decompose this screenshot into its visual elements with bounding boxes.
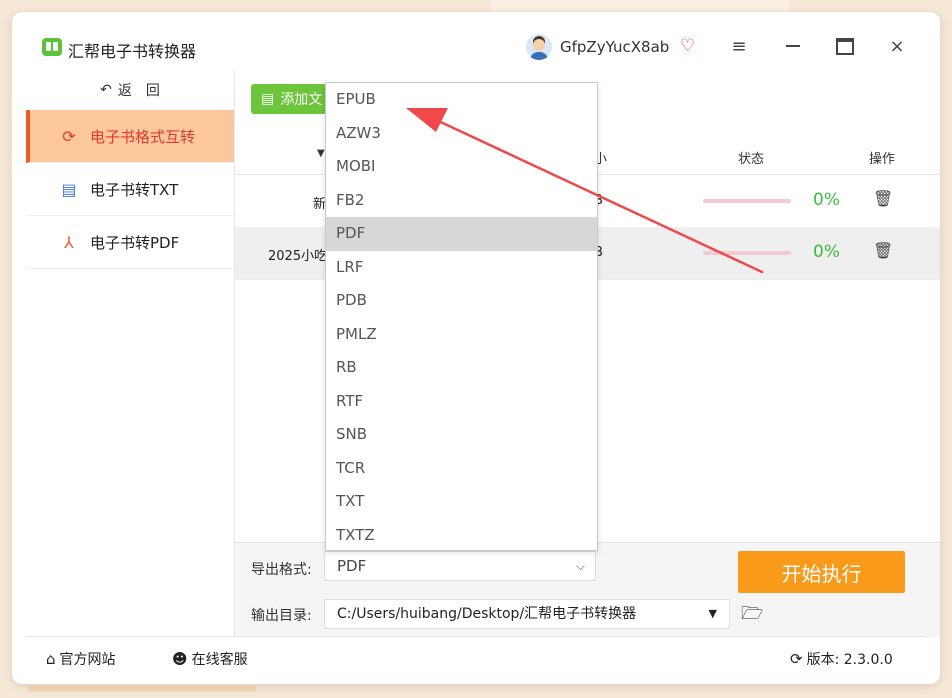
- output-value: C:/Users/huibang/Desktop/汇帮电子书转换器: [337, 606, 637, 622]
- support-label: 在线客服: [191, 652, 248, 668]
- dropdown-option-fb2[interactable]: FB2: [326, 184, 597, 218]
- version-info[interactable]: ⟳ 版本: 2.3.0.0: [790, 649, 893, 669]
- website-label: 官方网站: [59, 652, 116, 668]
- maximize-button[interactable]: [830, 32, 860, 60]
- vip-heart-icon[interactable]: ♡: [680, 36, 695, 56]
- progress-bar: [703, 199, 791, 203]
- app-title: 汇帮电子书转换器: [68, 42, 197, 61]
- dropdown-option-pdf[interactable]: PDF: [326, 217, 597, 251]
- sidebar-item-label: 电子书转PDF: [90, 233, 180, 252]
- format-label: 导出格式:: [251, 562, 312, 578]
- title-bar: 汇帮电子书转换器 GfpZyYucX8ab ♡ ≡ ×: [12, 12, 940, 70]
- dropdown-option-pmlz[interactable]: PMLZ: [326, 318, 597, 352]
- version-label: 版本: 2.3.0.0: [806, 652, 893, 668]
- format-select[interactable]: PDF ⌵: [324, 551, 596, 581]
- column-operation: 操作: [869, 152, 896, 167]
- format-value: PDF: [337, 557, 367, 575]
- minimize-button[interactable]: [778, 32, 808, 60]
- minimize-icon: [786, 45, 800, 47]
- back-label: 返 回: [117, 83, 160, 99]
- dropdown-option-azw3[interactable]: AZW3: [326, 117, 597, 151]
- footer: ⌂ 官方网站 ☻ 在线客服 ⟳ 版本: 2.3.0.0: [26, 636, 926, 677]
- file-name: 2025小吃: [268, 249, 328, 264]
- sidebar-item-to-txt[interactable]: ▤ 电子书转TXT: [26, 163, 234, 216]
- background-bar: [28, 686, 256, 692]
- settings-panel: 导出格式: PDF ⌵ 输出目录: C:/Users/huibang/Deskt…: [235, 542, 940, 637]
- close-button[interactable]: ×: [882, 32, 912, 60]
- dropdown-option-rtf[interactable]: RTF: [326, 385, 597, 419]
- sidebar: ↶ 返 回 ⟳ 电子书格式互转 ▤ 电子书转TXT ⅄ 电子书转PDF: [26, 70, 235, 636]
- menu-button[interactable]: ≡: [724, 32, 754, 60]
- dropdown-option-tcr[interactable]: TCR: [326, 452, 597, 486]
- dropdown-option-pdb[interactable]: PDB: [326, 284, 597, 318]
- update-icon: ⟳: [790, 650, 803, 668]
- maximize-icon: [836, 37, 854, 55]
- refresh-icon: ⟳: [62, 126, 76, 146]
- support-link[interactable]: ☻ 在线客服: [172, 649, 248, 669]
- home-icon: ⌂: [46, 650, 56, 668]
- dropdown-option-lrf[interactable]: LRF: [326, 251, 597, 285]
- document-icon: ▤: [61, 179, 77, 199]
- trash-icon[interactable]: 🗑: [873, 241, 893, 260]
- support-agent-icon: ☻: [172, 650, 188, 668]
- dropdown-option-mobi[interactable]: MOBI: [326, 150, 597, 184]
- sidebar-item-format-convert[interactable]: ⟳ 电子书格式互转: [26, 110, 234, 163]
- close-icon: ×: [889, 35, 905, 57]
- add-file-icon: ▤: [261, 91, 275, 107]
- dropdown-option-rb[interactable]: RB: [326, 351, 597, 385]
- dropdown-option-epub[interactable]: EPUB: [326, 83, 597, 117]
- dropdown-option-snb[interactable]: SNB: [326, 418, 597, 452]
- caret-down-icon: ▼: [708, 607, 717, 620]
- sidebar-item-label: 电子书转TXT: [90, 180, 179, 199]
- progress-percent: 0%: [813, 242, 840, 262]
- sidebar-item-to-pdf[interactable]: ⅄ 电子书转PDF: [26, 216, 234, 269]
- sidebar-item-label: 电子书格式互转: [90, 127, 196, 146]
- start-button[interactable]: 开始执行: [738, 551, 905, 593]
- user-avatar[interactable]: [526, 34, 552, 60]
- output-label: 输出目录:: [251, 608, 312, 624]
- chevron-down-icon: ⌵: [575, 559, 585, 573]
- add-file-label: 添加文: [280, 92, 323, 108]
- trash-icon[interactable]: 🗑: [873, 189, 893, 208]
- back-button[interactable]: ↶ 返 回: [26, 70, 234, 111]
- format-dropdown-list[interactable]: EPUB AZW3 MOBI FB2 PDF LRF PDB PMLZ RB RTF SNB TCR T…: [325, 82, 598, 551]
- pdf-icon: ⅄: [64, 232, 74, 252]
- dropdown-option-txtz[interactable]: TXTZ: [326, 519, 597, 551]
- folder-open-icon[interactable]: 🗁: [741, 601, 763, 631]
- sort-arrow-icon[interactable]: ▼: [317, 148, 325, 159]
- username[interactable]: GfpZyYucX8ab: [560, 38, 669, 56]
- progress-percent: 0%: [813, 190, 840, 210]
- dropdown-option-txt[interactable]: TXT: [326, 485, 597, 519]
- website-link[interactable]: ⌂ 官方网站: [46, 649, 116, 669]
- app-logo-icon: [42, 38, 62, 56]
- output-directory-select[interactable]: C:/Users/huibang/Desktop/汇帮电子书转换器 ▼: [324, 599, 730, 629]
- menu-icon: ≡: [731, 35, 747, 57]
- column-status: 状态: [738, 152, 765, 167]
- back-arrow-icon: ↶: [100, 82, 112, 98]
- progress-bar: [703, 251, 791, 255]
